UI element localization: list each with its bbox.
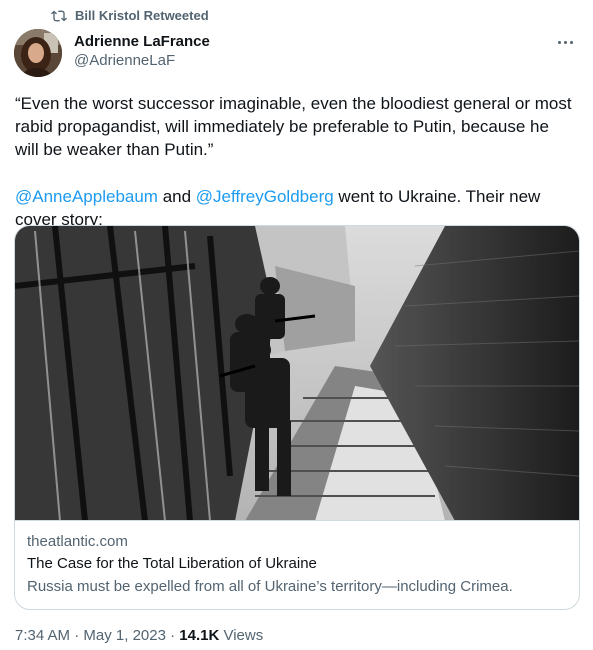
tweet-meta: 7:34 AM · May 1, 2023 · 14.1K Views bbox=[15, 626, 263, 646]
card-domain: theatlantic.com bbox=[27, 533, 128, 550]
retweet-label[interactable]: Bill Kristol Retweeted bbox=[75, 8, 209, 23]
tweet-time[interactable]: 7:34 AM bbox=[15, 627, 70, 644]
author-block[interactable]: Adrienne LaFrance @AdrienneLaF bbox=[74, 33, 210, 71]
mention-anne-applebaum[interactable]: @AnneApplebaum bbox=[15, 187, 158, 206]
more-dot bbox=[569, 40, 573, 44]
tweet-text: “Even the worst successor imaginable, ev… bbox=[15, 92, 575, 231]
avatar[interactable] bbox=[14, 29, 62, 77]
card-body[interactable]: theatlantic.com The Case for the Total L… bbox=[15, 522, 579, 607]
more-dot bbox=[557, 40, 561, 44]
meta-separator: · bbox=[70, 627, 84, 644]
link-card[interactable]: theatlantic.com The Case for the Total L… bbox=[14, 225, 580, 610]
views-label: Views bbox=[219, 627, 264, 644]
retweet-icon bbox=[50, 7, 68, 25]
card-description: Russia must be expelled from all of Ukra… bbox=[27, 578, 513, 595]
card-title[interactable]: The Case for the Total Liberation of Ukr… bbox=[27, 554, 567, 574]
more-icon[interactable] bbox=[553, 32, 577, 52]
meta-separator: · bbox=[165, 627, 180, 644]
author-handle[interactable]: @AdrienneLaF bbox=[74, 51, 210, 71]
author-name[interactable]: Adrienne LaFrance bbox=[74, 33, 210, 51]
views-count[interactable]: 14.1K bbox=[179, 627, 219, 644]
tweet-date[interactable]: May 1, 2023 bbox=[83, 627, 166, 644]
tweet[interactable]: Bill Kristol Retweeted Adrienne LaFrance… bbox=[0, 0, 593, 650]
tweet-quote: “Even the worst successor imaginable, ev… bbox=[15, 94, 572, 159]
more-dot bbox=[563, 40, 567, 44]
tweet-connector: and bbox=[157, 187, 196, 206]
retweet-context: Bill Kristol Retweeted bbox=[0, 6, 593, 26]
card-image[interactable] bbox=[15, 226, 579, 521]
mention-jeffrey-goldberg[interactable]: @JeffreyGoldberg bbox=[196, 187, 334, 206]
